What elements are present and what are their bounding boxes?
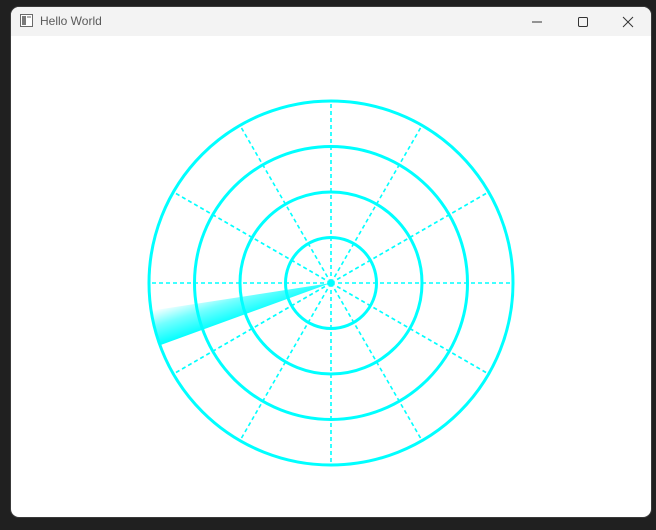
maximize-button[interactable] [560, 7, 606, 36]
close-icon [622, 16, 634, 27]
title-bar[interactable]: Hello World [11, 7, 651, 36]
minimize-button[interactable] [514, 7, 560, 36]
app-window: Hello World [11, 7, 651, 517]
radar-center [328, 280, 334, 286]
radar-canvas [11, 36, 651, 517]
app-icon [20, 14, 33, 27]
window-title: Hello World [40, 14, 102, 28]
minimize-icon [532, 21, 542, 22]
radar-display [147, 99, 515, 467]
maximize-icon [578, 16, 588, 27]
close-button[interactable] [605, 7, 651, 36]
